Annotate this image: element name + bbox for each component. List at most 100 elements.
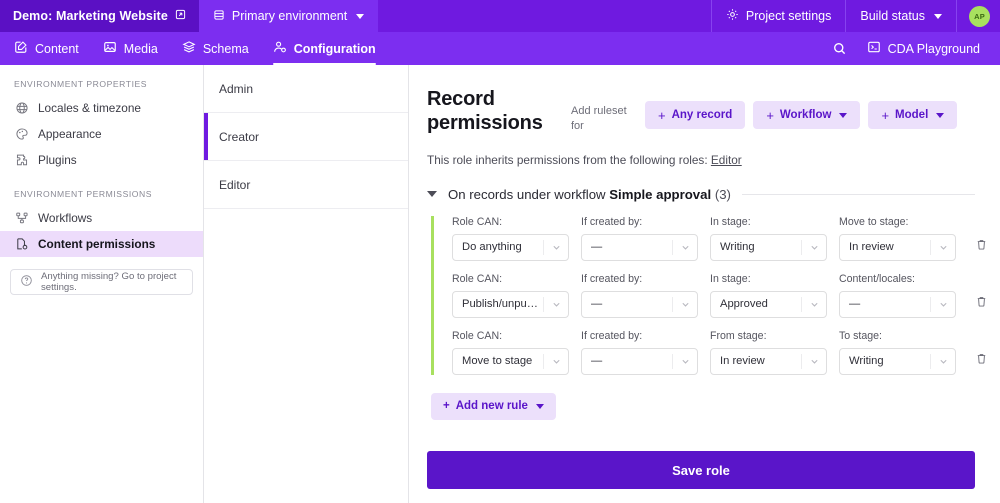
chevron-down-icon[interactable] (544, 357, 568, 366)
select-in-stage[interactable]: Approved (710, 290, 827, 318)
add-ruleset-model-button[interactable]: + Model (868, 101, 958, 129)
sidebar-item-workflows[interactable]: Workflows (0, 205, 203, 231)
nav-item-configuration[interactable]: Configuration (261, 32, 388, 65)
field-from-stage: From stage: In review (710, 330, 827, 375)
chevron-down-icon[interactable] (934, 13, 942, 19)
environment-selector[interactable]: Primary environment (198, 0, 379, 32)
delete-rule-button[interactable] (968, 291, 994, 318)
role-item-editor[interactable]: Editor (204, 161, 408, 209)
globe-icon (14, 101, 29, 116)
field-label: Move to stage: (839, 215, 909, 228)
chevron-down-icon[interactable] (673, 357, 697, 366)
field-role-can: Role CAN: Move to stage (452, 330, 569, 375)
select-value: Publish/unpub… (462, 298, 543, 311)
select-role-can[interactable]: Do anything (452, 233, 569, 261)
chevron-down-icon[interactable] (839, 112, 848, 118)
field-label: From stage: (710, 329, 767, 342)
chevron-down-icon[interactable] (427, 191, 437, 198)
nav-item-media[interactable]: Media (91, 32, 170, 65)
rule-row: Role CAN: Do anything If created by: — I… (452, 215, 985, 261)
select-value: Do anything (462, 241, 522, 254)
avatar[interactable]: AP (969, 5, 990, 27)
sidebar-item-content-permissions[interactable]: Content permissions (0, 231, 203, 257)
select-role-can[interactable]: Move to stage (452, 347, 569, 375)
add-new-rule-label: Add new rule (455, 400, 528, 413)
nav-label: Schema (202, 41, 249, 56)
field-label: To stage: (839, 329, 882, 342)
main-panel: Record permissions Add ruleset for + Any… (409, 65, 1000, 503)
field-label: If created by: (581, 215, 643, 228)
sidebar-item-plugins[interactable]: Plugins (0, 147, 203, 173)
project-settings-button[interactable]: Project settings (710, 0, 845, 32)
trash-icon (975, 295, 988, 313)
plus-icon: + (443, 400, 450, 413)
select-value: — (591, 298, 603, 311)
save-role-button[interactable]: Save role (427, 451, 975, 489)
inherits-note: This role inherits permissions from the … (427, 153, 975, 167)
sidebar-item-label: Locales & timezone (38, 101, 141, 115)
select-content-locales[interactable]: — (839, 290, 956, 318)
chevron-down-icon[interactable] (936, 112, 945, 118)
role-item-creator[interactable]: Creator (204, 113, 408, 161)
nav-label: Content (35, 41, 79, 56)
chevron-down-icon[interactable] (931, 300, 955, 309)
role-item-admin[interactable]: Admin (204, 65, 408, 113)
gear-icon (726, 8, 739, 24)
field-label: Role CAN: (452, 329, 503, 342)
sidebar-group-title: ENVIRONMENT PERMISSIONS (14, 189, 153, 199)
workflow-nodes-icon (14, 211, 29, 226)
trash-icon (975, 238, 988, 256)
sidebar-item-locales-timezone[interactable]: Locales & timezone (0, 95, 203, 121)
select-if-created-by[interactable]: — (581, 233, 698, 261)
search-icon[interactable] (825, 32, 855, 65)
chip-label: Workflow (779, 109, 832, 121)
document-gear-icon (14, 237, 29, 252)
cda-playground-button[interactable]: CDA Playground (859, 40, 988, 57)
field-label: If created by: (581, 272, 643, 285)
plus-icon: + (766, 107, 774, 123)
select-role-can[interactable]: Publish/unpub… (452, 290, 569, 318)
add-ruleset-workflow-button[interactable]: + Workflow (753, 101, 861, 129)
chevron-down-icon[interactable] (356, 13, 365, 19)
chevron-down-icon[interactable] (535, 403, 544, 409)
chevron-down-icon[interactable] (544, 300, 568, 309)
delete-rule-button[interactable] (968, 348, 994, 375)
chevron-down-icon[interactable] (673, 300, 697, 309)
nav-item-schema[interactable]: Schema (170, 32, 261, 65)
select-to-stage[interactable]: Writing (839, 347, 956, 375)
chevron-down-icon[interactable] (673, 243, 697, 252)
rule-fields: Role CAN: Do anything If created by: — I… (452, 215, 985, 261)
nav-item-content[interactable]: Content (0, 32, 91, 65)
chevron-down-icon[interactable] (802, 357, 826, 366)
field-label: Content/locales: (839, 272, 915, 285)
chevron-down-icon[interactable] (544, 243, 568, 252)
select-move-to-stage[interactable]: In review (839, 233, 956, 261)
select-in-stage[interactable]: Writing (710, 233, 827, 261)
missing-note[interactable]: Anything missing? Go to project settings… (10, 269, 193, 295)
select-value: Writing (720, 241, 755, 254)
sidebar-item-appearance[interactable]: Appearance (0, 121, 203, 147)
delete-rule-button[interactable] (968, 234, 994, 261)
inherited-role-link[interactable]: Editor (711, 153, 742, 167)
chevron-down-icon[interactable] (802, 300, 826, 309)
rule-row: Role CAN: Move to stage If created by: —… (452, 329, 985, 375)
build-status-button[interactable]: Build status (845, 0, 956, 32)
select-if-created-by[interactable]: — (581, 290, 698, 318)
user-menu[interactable]: AP (956, 0, 1000, 32)
chevron-down-icon[interactable] (931, 357, 955, 366)
project-selector[interactable]: Demo: Marketing Website (0, 0, 199, 32)
add-new-rule-button[interactable]: + Add new rule (431, 392, 556, 420)
add-ruleset-any-record-button[interactable]: + Any record (645, 101, 746, 129)
ruleset-group: Role CAN: Do anything If created by: — I… (431, 215, 985, 375)
select-if-created-by[interactable]: — (581, 347, 698, 375)
field-label: In stage: (710, 215, 751, 228)
workflow-section-header[interactable]: On records under workflow Simple approva… (427, 187, 975, 202)
open-in-box-icon[interactable] (175, 9, 186, 23)
workflow-section-title: On records under workflow Simple approva… (448, 187, 731, 202)
select-from-stage[interactable]: In review (710, 347, 827, 375)
chevron-down-icon[interactable] (931, 243, 955, 252)
user-gear-icon (273, 40, 287, 57)
chevron-down-icon[interactable] (802, 243, 826, 252)
